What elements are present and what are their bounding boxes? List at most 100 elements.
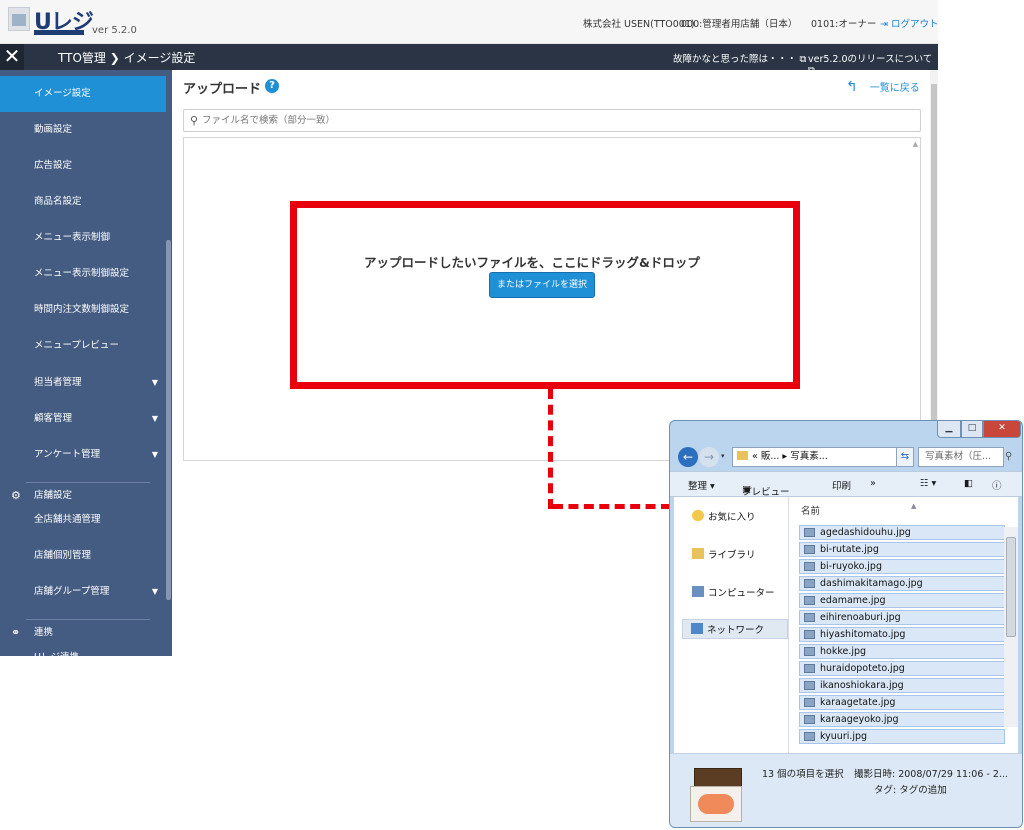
- sidebar-item-ad-settings[interactable]: 広告設定: [0, 148, 166, 184]
- file-name: bi-rutate.jpg: [820, 544, 879, 555]
- image-file-icon: [804, 681, 815, 690]
- sidebar-scrollbar[interactable]: [166, 240, 171, 600]
- section-label: 連携: [34, 627, 54, 638]
- app-header: Uレジ ver 5.2.0 株式会社 USEN(TTO001) 000:管理者用…: [0, 0, 939, 44]
- file-row[interactable]: dashimakitamago.jpg: [799, 576, 1005, 591]
- close-menu-button[interactable]: ✕: [0, 44, 24, 70]
- sidebar-item-store-group[interactable]: 店舗グループ管理 ▼: [0, 574, 166, 610]
- file-search-box[interactable]: ⚲: [183, 109, 921, 132]
- preview-pane-icon[interactable]: ◧: [964, 478, 973, 489]
- trouble-link[interactable]: 故障かなと思った際は・・・ ⧉: [673, 51, 806, 65]
- explorer-navigation-pane: お気に入り ライブラリ コンピューター ネットワーク: [674, 497, 788, 753]
- more-button[interactable]: »: [870, 478, 876, 489]
- caret-down-icon: ▼: [151, 587, 158, 596]
- image-file-icon: [804, 545, 815, 554]
- forward-arrow-icon[interactable]: →: [699, 447, 719, 467]
- network-icon: [691, 623, 703, 634]
- image-file-icon: [804, 647, 815, 656]
- file-row[interactable]: huraidopoteto.jpg: [799, 661, 1005, 676]
- breadcrumb: TTO管理 ❯ イメージ設定: [58, 51, 196, 65]
- selection-thumbnail: [690, 768, 746, 822]
- file-name: hokke.jpg: [820, 646, 867, 657]
- sidebar-item-each-store[interactable]: 店舗個別管理: [0, 538, 166, 574]
- screenshot-stage: Uレジ ver 5.2.0 株式会社 USEN(TTO001) 000:管理者用…: [0, 0, 1024, 830]
- user-role: 0101:オーナー: [811, 19, 877, 30]
- page-title: アップロード: [183, 82, 262, 97]
- file-row[interactable]: agedashidouhu.jpg: [799, 525, 1005, 540]
- file-row[interactable]: bi-ruyoko.jpg: [799, 559, 1005, 574]
- sidebar-item-menu-display-settings[interactable]: メニュー表示制御設定: [0, 256, 166, 292]
- image-file-icon: [804, 698, 815, 707]
- sidebar-item-video-settings[interactable]: 動画設定: [0, 112, 166, 148]
- file-row[interactable]: hokke.jpg: [799, 644, 1005, 659]
- file-row[interactable]: karaageyoko.jpg: [799, 712, 1005, 727]
- file-list-scrollbar[interactable]: [1004, 527, 1018, 727]
- sidebar-item-product-name[interactable]: 商品名設定: [0, 184, 166, 220]
- file-name: karaageyoko.jpg: [820, 714, 899, 725]
- logout-label: ログアウト: [890, 19, 939, 30]
- sidebar-item-label: アンケート管理: [34, 449, 101, 460]
- back-to-list-link[interactable]: ↰ 一覧に戻る: [846, 79, 920, 95]
- explorer-search-input[interactable]: 写真素材（圧...: [918, 447, 1004, 467]
- file-row[interactable]: ikanoshiokara.jpg: [799, 678, 1005, 693]
- external-link-icon: ⧉: [799, 54, 807, 65]
- caret-down-icon: ▼: [151, 414, 158, 423]
- drop-instruction: アップロードしたいファイルを、ここにドラッグ&ドロップ: [364, 255, 700, 270]
- history-dropdown-icon[interactable]: ▾: [721, 452, 725, 460]
- image-file-icon: [804, 715, 815, 724]
- refresh-icon[interactable]: ⇆: [896, 447, 914, 467]
- file-row[interactable]: edamame.jpg: [799, 593, 1005, 608]
- select-file-button[interactable]: またはファイルを選択: [489, 272, 595, 298]
- sidebar-item-menu-display[interactable]: メニュー表示制御: [0, 220, 166, 256]
- search-input[interactable]: [202, 112, 902, 129]
- sidebar-item-image-settings[interactable]: イメージ設定: [0, 76, 166, 112]
- explorer-address-row: ← → ▾ « 販... ▸ 写真素... ⇆ 写真素材（圧... ⚲: [670, 443, 1022, 471]
- sort-caret-icon: ▲: [911, 502, 917, 510]
- section-label: 店舗設定: [34, 490, 73, 501]
- drag-path-horizontal: [553, 504, 671, 509]
- back-arrow-icon[interactable]: ←: [678, 447, 698, 467]
- close-window-button[interactable]: ✕: [983, 421, 1021, 438]
- print-button[interactable]: 印刷: [832, 478, 851, 492]
- back-arrow-icon: ↰: [846, 79, 858, 95]
- view-options-icon[interactable]: ☷ ▾: [920, 478, 936, 489]
- logo-underline: [34, 30, 84, 35]
- file-name: kyuuri.jpg: [820, 731, 868, 742]
- sidebar-item-all-stores[interactable]: 全店舗共通管理: [0, 502, 166, 538]
- file-row[interactable]: hiyashitomato.jpg: [799, 627, 1005, 642]
- sidebar-item-order-limit[interactable]: 時間内注文数制御設定: [0, 292, 166, 328]
- scroll-up-icon[interactable]: ▲: [913, 140, 918, 148]
- file-row[interactable]: eihirenoaburi.jpg: [799, 610, 1005, 625]
- tag-field[interactable]: タグ: タグの追加: [874, 782, 947, 796]
- column-header-name[interactable]: 名前 ▲: [801, 502, 916, 517]
- app-version: ver 5.2.0: [92, 25, 137, 36]
- image-file-icon: [804, 528, 815, 537]
- star-icon: [692, 510, 704, 521]
- preview-label: プレビュー: [742, 487, 790, 498]
- logout-link[interactable]: ⇥ ログアウト: [880, 16, 939, 30]
- file-row[interactable]: karaagetate.jpg: [799, 695, 1005, 710]
- sidebar-item-staff[interactable]: 担当者管理 ▼: [0, 365, 166, 401]
- minimize-button[interactable]: ▁: [937, 421, 961, 438]
- sidebar-item-menu-preview[interactable]: メニュープレビュー: [0, 328, 166, 364]
- nav-computer[interactable]: コンピューター: [692, 585, 775, 599]
- sidebar-item-uregi-link[interactable]: Uレジ連携: [0, 640, 166, 656]
- organize-button[interactable]: 整理 ▾: [688, 478, 715, 492]
- address-bar[interactable]: « 販... ▸ 写真素...: [732, 447, 912, 467]
- help-icon[interactable]: ?: [265, 79, 279, 93]
- file-row[interactable]: bi-rutate.jpg: [799, 542, 1005, 557]
- column-label: 名前: [801, 506, 821, 517]
- nav-favorites[interactable]: お気に入り: [692, 509, 756, 523]
- nav-network[interactable]: ネットワーク: [682, 619, 788, 639]
- file-row[interactable]: kyuuri.jpg: [799, 729, 1005, 744]
- sidebar-item-survey[interactable]: アンケート管理 ▼: [0, 437, 166, 473]
- search-icon[interactable]: ⚲: [1005, 451, 1012, 462]
- explorer-file-list: 名前 ▲ agedashidouhu.jpg bi-rutate.jpg bi-r…: [788, 497, 1018, 753]
- scrollbar-thumb[interactable]: [1006, 537, 1016, 637]
- sidebar-item-customers[interactable]: 顧客管理 ▼: [0, 401, 166, 437]
- nav-label: ネットワーク: [707, 625, 765, 636]
- explorer-titlebar[interactable]: ▁ □ ✕: [670, 421, 1022, 443]
- help-icon[interactable]: ⓘ: [992, 478, 1002, 492]
- maximize-button[interactable]: □: [961, 421, 983, 438]
- nav-libraries[interactable]: ライブラリ: [692, 547, 756, 561]
